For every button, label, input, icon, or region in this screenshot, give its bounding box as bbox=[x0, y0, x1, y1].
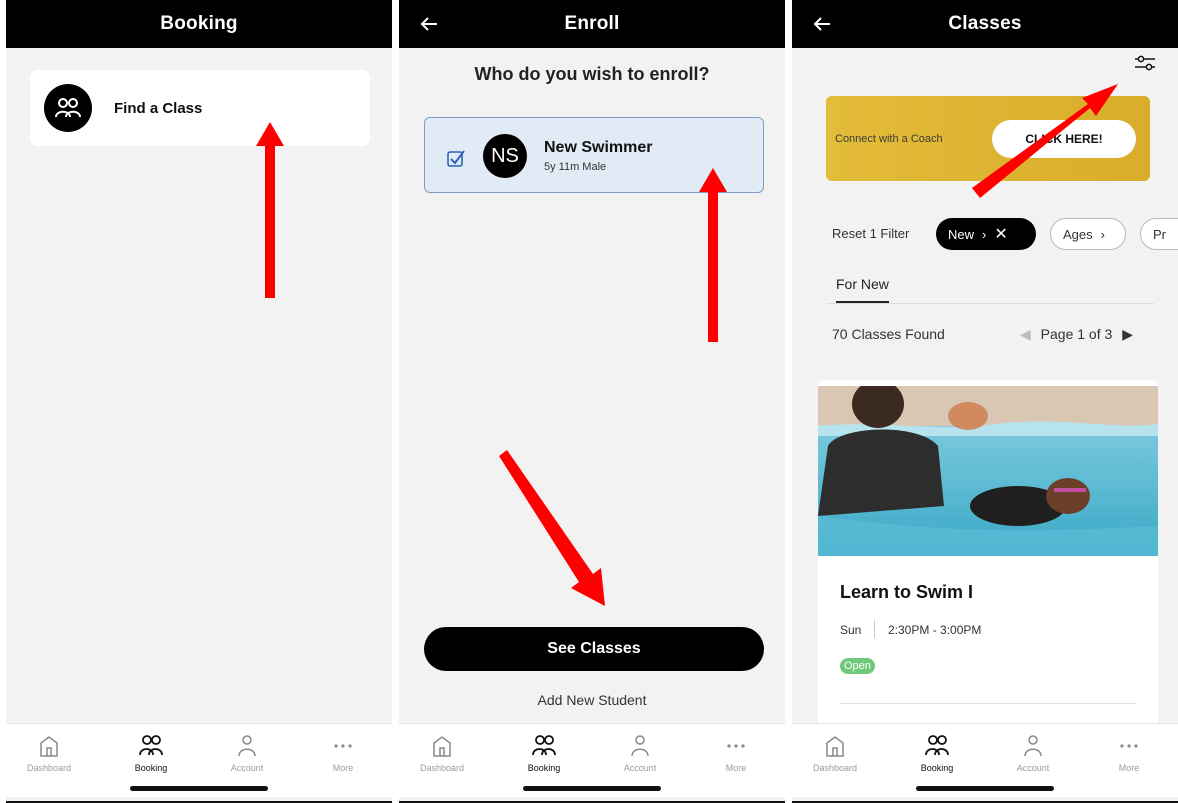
annotation-arrow bbox=[499, 450, 605, 606]
more-icon bbox=[1120, 744, 1138, 748]
bottom-nav: Dashboard Booking Account More bbox=[792, 723, 1178, 797]
page-title: Classes bbox=[948, 13, 1022, 34]
nav-booking[interactable]: Booking bbox=[116, 732, 186, 773]
more-icon bbox=[727, 744, 745, 748]
student-details: 5y 11m Male bbox=[544, 161, 607, 173]
next-page-icon[interactable]: ▶ bbox=[1122, 326, 1133, 342]
annotation-arrow bbox=[972, 84, 1118, 198]
pagination: ◀ Page 1 of 3 ▶ bbox=[1020, 326, 1133, 343]
nav-label: More bbox=[332, 763, 354, 773]
tab-for-new[interactable]: For New bbox=[836, 276, 889, 303]
home-indicator bbox=[523, 786, 661, 791]
tab-bar: For New bbox=[826, 270, 1154, 304]
top-bar: Classes bbox=[792, 0, 1178, 48]
class-name: Learn to Swim I bbox=[840, 582, 974, 602]
people-icon bbox=[139, 735, 163, 756]
find-a-class-card[interactable]: Find a Class bbox=[30, 70, 370, 146]
nav-label: Booking bbox=[134, 763, 168, 773]
people-icon bbox=[532, 735, 556, 756]
home-icon bbox=[40, 736, 58, 757]
nav-booking[interactable]: Booking bbox=[509, 732, 579, 773]
enroll-question: Who do you wish to enroll? bbox=[474, 64, 710, 84]
nav-label: Account bbox=[1016, 763, 1050, 773]
reset-filter-link[interactable]: Reset 1 Filter bbox=[832, 226, 909, 241]
nav-label: Dashboard bbox=[26, 763, 72, 773]
close-icon[interactable]: ✕ bbox=[994, 224, 1007, 244]
classes-screen: Classes Connect with a Coach CLICK HERE!… bbox=[792, 0, 1178, 803]
checkbox-checked-icon[interactable] bbox=[447, 149, 465, 167]
class-card[interactable]: Learn to Swim I Sun 2:30PM - 3:00PM Open bbox=[818, 380, 1158, 740]
nav-label: Booking bbox=[527, 763, 561, 773]
screens-composite: Booking Find a Class Dashboard Booking A… bbox=[0, 0, 1178, 803]
user-icon bbox=[631, 735, 649, 757]
nav-label: Booking bbox=[920, 763, 954, 773]
prev-page-icon[interactable]: ◀ bbox=[1020, 326, 1031, 342]
status-badge: Open bbox=[840, 658, 875, 674]
chevron-right-icon: › bbox=[982, 226, 987, 242]
back-arrow-icon[interactable] bbox=[810, 12, 834, 36]
nav-label: Account bbox=[230, 763, 264, 773]
chip-label: New bbox=[948, 226, 975, 242]
filter-bar: Reset 1 Filter New › ✕ Ages › Pr bbox=[832, 218, 1178, 250]
nav-more[interactable]: More bbox=[701, 732, 771, 773]
home-indicator bbox=[130, 786, 268, 791]
top-bar: Enroll bbox=[399, 0, 785, 48]
find-a-class-label: Find a Class bbox=[114, 99, 203, 117]
booking-screen: Booking Find a Class Dashboard Booking A… bbox=[6, 0, 392, 803]
home-icon bbox=[433, 736, 451, 757]
home-icon bbox=[826, 736, 844, 757]
annotation-arrow bbox=[699, 168, 727, 342]
people-icon bbox=[44, 84, 92, 132]
class-time: 2:30PM - 3:00PM bbox=[888, 623, 982, 637]
filter-chip-new[interactable]: New › ✕ bbox=[936, 218, 1036, 250]
page-indicator: Page 1 of 3 bbox=[1040, 326, 1113, 342]
back-arrow-icon[interactable] bbox=[417, 12, 441, 36]
filter-settings-icon[interactable] bbox=[1134, 54, 1156, 72]
avatar: NS bbox=[483, 134, 527, 178]
coach-banner-text: Connect with a Coach bbox=[835, 133, 943, 145]
nav-account[interactable]: Account bbox=[605, 732, 675, 773]
nav-dashboard[interactable]: Dashboard bbox=[14, 732, 84, 773]
add-new-student-link[interactable]: Add New Student bbox=[399, 692, 785, 708]
chevron-right-icon: › bbox=[1100, 226, 1105, 242]
bottom-nav: Dashboard Booking Account More bbox=[399, 723, 785, 797]
divider bbox=[840, 703, 1136, 704]
nav-booking[interactable]: Booking bbox=[902, 732, 972, 773]
nav-label: Dashboard bbox=[812, 763, 858, 773]
user-icon bbox=[238, 735, 256, 757]
nav-account[interactable]: Account bbox=[212, 732, 282, 773]
nav-dashboard[interactable]: Dashboard bbox=[800, 732, 870, 773]
chip-label: Pr bbox=[1153, 226, 1166, 242]
chip-label: Ages bbox=[1063, 226, 1093, 242]
bottom-nav: Dashboard Booking Account More bbox=[6, 723, 392, 797]
nav-label: Account bbox=[623, 763, 657, 773]
page-title: Booking bbox=[160, 13, 238, 34]
home-indicator bbox=[916, 786, 1054, 791]
nav-label: Dashboard bbox=[419, 763, 465, 773]
nav-label: More bbox=[725, 763, 747, 773]
nav-more[interactable]: More bbox=[308, 732, 378, 773]
more-icon bbox=[334, 744, 352, 748]
annotation-arrow bbox=[256, 122, 284, 298]
nav-dashboard[interactable]: Dashboard bbox=[407, 732, 477, 773]
class-day: Sun bbox=[840, 623, 862, 637]
nav-more[interactable]: More bbox=[1094, 732, 1164, 773]
nav-label: More bbox=[1118, 763, 1140, 773]
filter-chip-ages[interactable]: Ages › bbox=[1050, 218, 1126, 250]
nav-account[interactable]: Account bbox=[998, 732, 1068, 773]
student-name: New Swimmer bbox=[544, 139, 653, 156]
top-bar: Booking bbox=[6, 0, 392, 48]
results-count: 70 Classes Found bbox=[832, 326, 945, 342]
page-title: Enroll bbox=[564, 13, 620, 34]
divider bbox=[874, 620, 875, 638]
swim-lesson-photo bbox=[818, 386, 1158, 556]
user-icon bbox=[1024, 735, 1042, 757]
filter-chip-pr[interactable]: Pr bbox=[1140, 218, 1178, 250]
enroll-screen: Enroll Who do you wish to enroll? NS New… bbox=[399, 0, 785, 803]
people-icon bbox=[925, 735, 949, 756]
see-classes-button[interactable]: See Classes bbox=[424, 627, 764, 671]
